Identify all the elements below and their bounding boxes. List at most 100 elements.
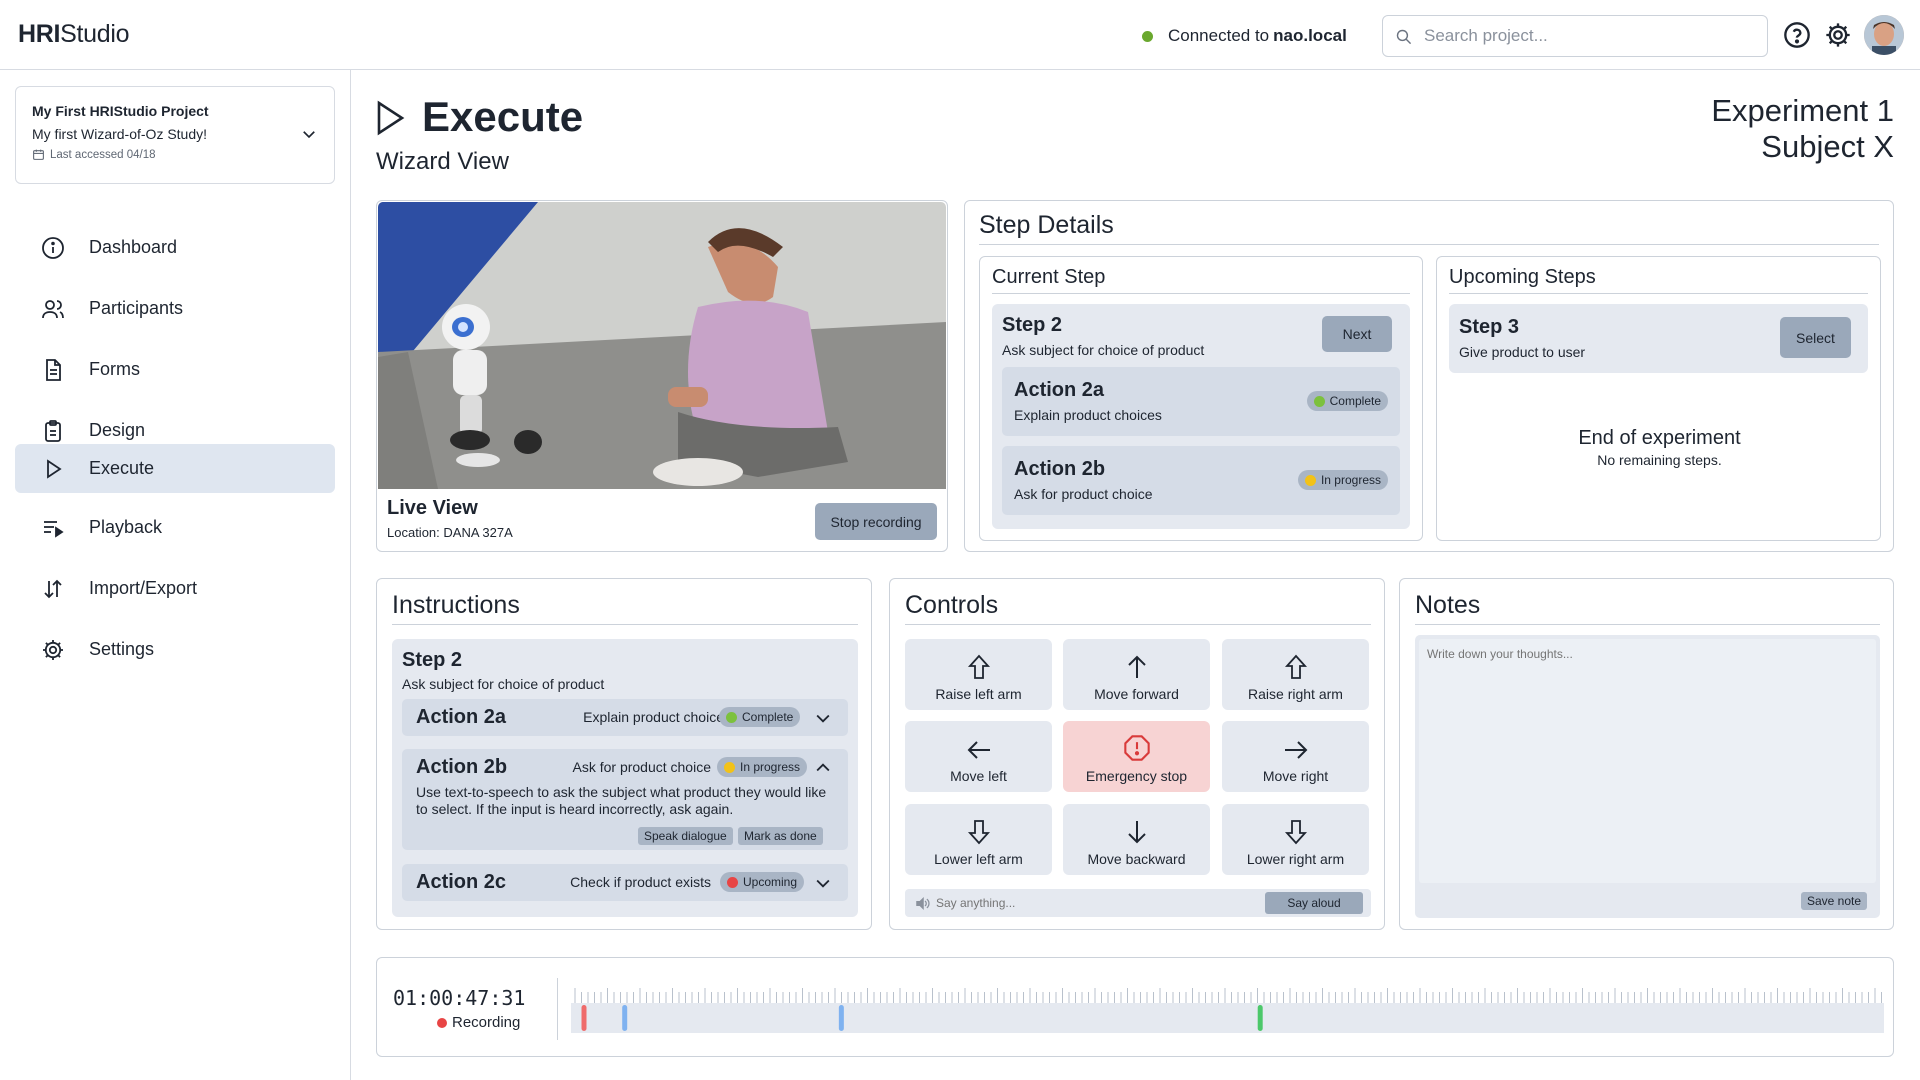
sidebar-item-forms[interactable]: Forms bbox=[15, 345, 335, 394]
execute-title-icon bbox=[377, 100, 405, 136]
arrow-up-bold-icon bbox=[967, 654, 990, 679]
say-aloud-button[interactable]: Say aloud bbox=[1265, 892, 1363, 914]
location-value: DANA 327A bbox=[443, 525, 513, 540]
chevron-up-icon[interactable] bbox=[813, 758, 833, 778]
instruction-step-name: Step 2 bbox=[402, 649, 463, 671]
timeline-marker[interactable] bbox=[838, 1005, 844, 1031]
save-note-button[interactable]: Save note bbox=[1801, 892, 1868, 910]
project-description: My first Wizard-of-Oz Study! bbox=[32, 126, 208, 142]
instruction-action-2b[interactable]: Action 2b Ask for product choice In prog… bbox=[402, 749, 848, 850]
step-action-2b: Action 2b Ask for product choice In prog… bbox=[1002, 446, 1400, 515]
arrow-down-icon bbox=[1127, 821, 1146, 844]
sidebar: My First HRIStudio Project My first Wiza… bbox=[0, 70, 351, 1080]
sidebar-item-participants[interactable]: Participants bbox=[15, 284, 335, 333]
page-title: Execute bbox=[422, 93, 584, 140]
current-step-name: Step 2 bbox=[1002, 314, 1063, 336]
status-badge: Upcoming bbox=[720, 872, 805, 892]
speaker-icon bbox=[916, 896, 930, 910]
upcoming-step-desc: Give product to user bbox=[1459, 344, 1586, 360]
user-avatar[interactable] bbox=[1864, 15, 1904, 55]
mark-as-done-button[interactable]: Mark as done bbox=[738, 827, 823, 845]
step-details-title: Step Details bbox=[979, 211, 1114, 239]
notes-title: Notes bbox=[1415, 591, 1481, 619]
instructions-title: Instructions bbox=[392, 591, 520, 619]
live-view-title: Live View bbox=[387, 497, 478, 519]
connection-status: Connected to nao.local bbox=[1142, 26, 1347, 46]
arrow-down-bold-icon bbox=[967, 820, 990, 845]
instruction-action-2a[interactable]: Action 2a Explain product choices Comple… bbox=[402, 699, 848, 736]
info-circle-icon bbox=[42, 236, 64, 259]
move-right-button[interactable]: Move right bbox=[1222, 721, 1369, 792]
sidebar-item-execute[interactable]: Execute bbox=[15, 444, 335, 493]
current-step-panel: Step 2 Ask subject for choice of product… bbox=[992, 304, 1410, 529]
lower-right-arm-button[interactable]: Lower right arm bbox=[1222, 804, 1369, 875]
status-dot-icon bbox=[1313, 395, 1325, 407]
search-icon bbox=[1396, 29, 1412, 44]
chevron-down-icon[interactable] bbox=[813, 708, 833, 728]
status-dot-icon bbox=[724, 761, 735, 773]
action-name: Action 2b bbox=[1014, 458, 1106, 480]
action-detail-text: Use text-to-speech to ask the subject wh… bbox=[416, 784, 827, 817]
arrows-updown-icon bbox=[44, 579, 62, 598]
subject-name: Subject X bbox=[1761, 129, 1894, 164]
arrow-up-bold-icon bbox=[1284, 654, 1307, 679]
top-bar: HRIStudio Connected to nao.local bbox=[0, 0, 1920, 70]
clipboard-icon bbox=[45, 419, 61, 442]
status-badge: In progress bbox=[1297, 470, 1388, 490]
experiment-name: Experiment 1 bbox=[1711, 93, 1894, 128]
search-box[interactable] bbox=[1382, 15, 1768, 57]
notes-area: Save note bbox=[1415, 635, 1880, 918]
emergency-stop-button[interactable]: Emergency stop bbox=[1063, 721, 1210, 792]
chevron-down-icon[interactable] bbox=[813, 873, 833, 893]
sidebar-item-settings[interactable]: Settings bbox=[15, 625, 335, 674]
recording-dot-icon bbox=[437, 1017, 447, 1028]
status-dot-icon bbox=[1304, 474, 1316, 486]
timeline-card: 01:00:47:31 Recording bbox=[376, 957, 1894, 1057]
speak-dialogue-button[interactable]: Speak dialogue bbox=[638, 827, 733, 845]
alert-octagon-icon bbox=[1123, 735, 1150, 761]
app-logo[interactable]: HRIStudio bbox=[18, 20, 130, 49]
timeline-track[interactable] bbox=[571, 981, 1884, 1034]
timeline-marker[interactable] bbox=[1257, 1005, 1263, 1031]
sidebar-item-playback[interactable]: Playback bbox=[15, 503, 335, 552]
next-step-button[interactable]: Next bbox=[1322, 316, 1392, 352]
help-icon[interactable] bbox=[1783, 21, 1811, 49]
select-step-button[interactable]: Select bbox=[1780, 317, 1851, 358]
move-backward-button[interactable]: Move backward bbox=[1063, 804, 1210, 875]
search-input[interactable] bbox=[1424, 26, 1744, 46]
action-desc: Ask for product choice bbox=[1014, 486, 1153, 502]
timeline-marker[interactable] bbox=[581, 1005, 587, 1031]
raise-left-arm-button[interactable]: Raise left arm bbox=[905, 639, 1052, 710]
upcoming-steps-card: Upcoming Steps Step 3 Give product to us… bbox=[1436, 256, 1881, 541]
settings-gear-icon[interactable] bbox=[1824, 21, 1852, 49]
move-left-button[interactable]: Move left bbox=[905, 721, 1052, 792]
lower-left-arm-button[interactable]: Lower left arm bbox=[905, 804, 1052, 875]
live-location: Location: DANA 327A bbox=[387, 525, 513, 540]
say-anything-input[interactable] bbox=[936, 896, 1236, 910]
move-forward-button[interactable]: Move forward bbox=[1063, 639, 1210, 710]
raise-right-arm-button[interactable]: Raise right arm bbox=[1222, 639, 1369, 710]
action-desc: Explain product choices bbox=[583, 709, 731, 725]
connection-dot-icon bbox=[1142, 30, 1153, 42]
playlist-icon bbox=[44, 520, 64, 538]
sidebar-item-dashboard[interactable]: Dashboard bbox=[15, 223, 335, 272]
stop-recording-button[interactable]: Stop recording bbox=[815, 503, 937, 540]
connection-host: nao.local bbox=[1273, 26, 1347, 45]
instruction-action-2c[interactable]: Action 2c Check if product exists Upcomi… bbox=[402, 864, 848, 901]
project-switcher[interactable]: My First HRIStudio Project My first Wiza… bbox=[15, 86, 335, 184]
sidebar-item-import-export[interactable]: Import/Export bbox=[15, 564, 335, 613]
elapsed-time: 01:00:47:31 bbox=[393, 986, 526, 1010]
controls-card: Controls Raise left arm Move forward Rai… bbox=[889, 578, 1385, 930]
notes-textarea[interactable] bbox=[1419, 639, 1876, 883]
status-badge: Complete bbox=[719, 707, 801, 727]
step-details-card: Step Details Current Step Step 2 Ask sub… bbox=[964, 200, 1894, 552]
action-desc: Ask for product choice bbox=[572, 759, 711, 775]
arrow-up-icon bbox=[1127, 655, 1146, 678]
play-icon bbox=[47, 458, 62, 479]
instruction-step-panel: Step 2 Ask subject for choice of product… bbox=[392, 639, 858, 917]
action-desc: Check if product exists bbox=[570, 874, 711, 890]
timeline-marker[interactable] bbox=[622, 1005, 628, 1031]
project-last-accessed: Last accessed 04/18 bbox=[32, 148, 318, 161]
no-remaining-steps: No remaining steps. bbox=[1597, 452, 1722, 468]
live-video-feed[interactable] bbox=[378, 202, 946, 489]
